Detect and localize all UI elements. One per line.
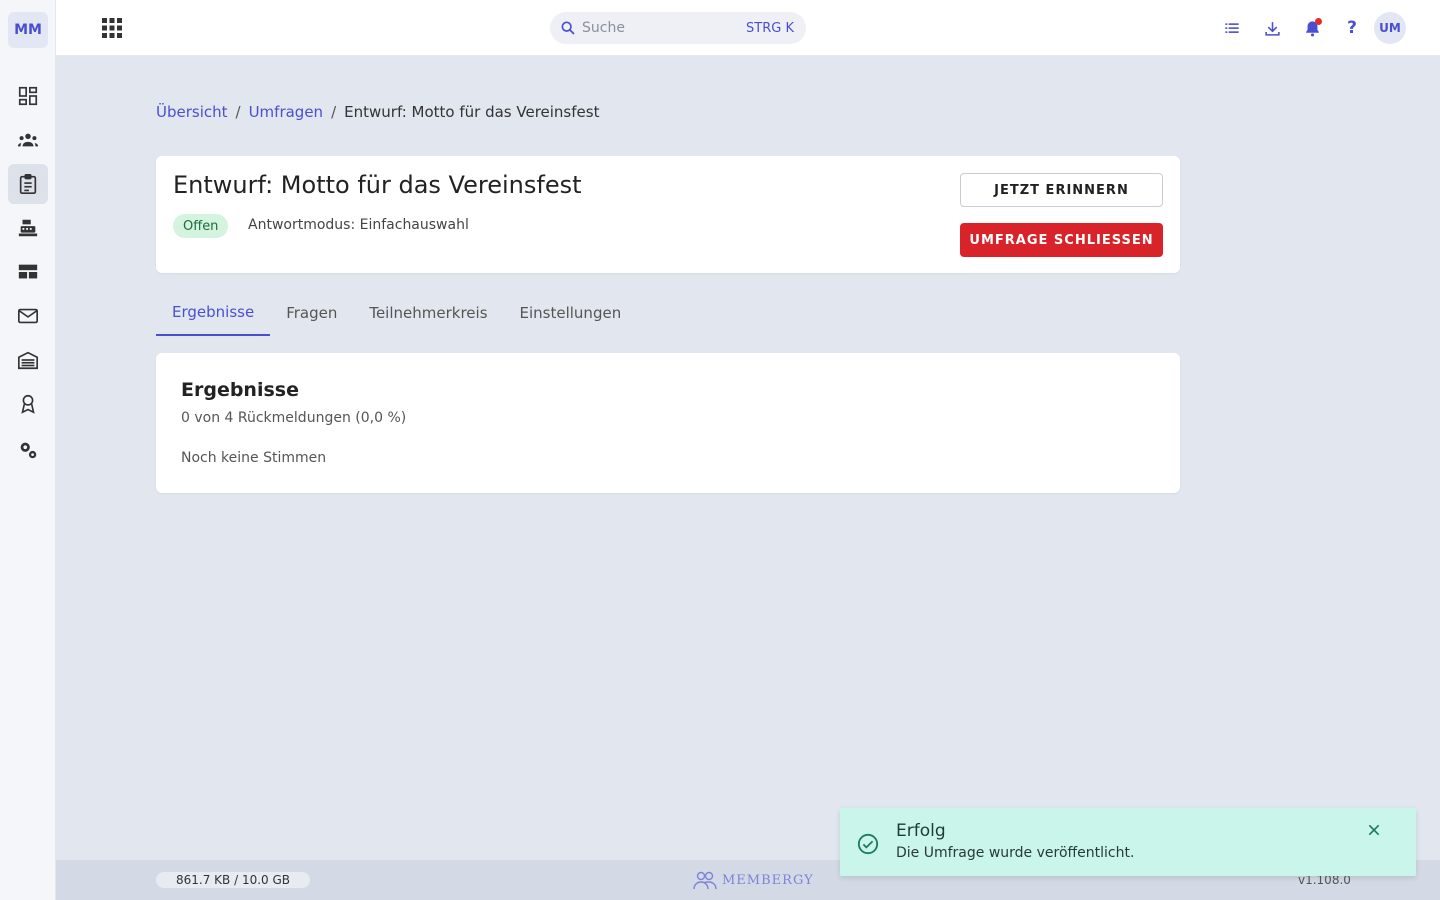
toast-title: Erfolg	[896, 821, 946, 841]
sidebar-item-surveys[interactable]	[8, 164, 48, 204]
membergy-logo-icon	[693, 871, 717, 890]
clipboard-icon	[19, 174, 37, 194]
breadcrumb-surveys[interactable]: Umfragen	[249, 103, 324, 121]
page-title: Entwurf: Motto für das Vereinsfest	[173, 171, 582, 199]
sidebar-item-layout[interactable]	[8, 252, 48, 292]
help-icon: ?	[1347, 18, 1357, 38]
search-shortcut: STRG K	[746, 20, 794, 36]
list-icon	[1225, 23, 1239, 33]
success-toast: Erfolg Die Umfrage wurde veröffentlicht.	[840, 808, 1416, 876]
toast-message: Die Umfrage wurde veröffentlicht.	[896, 845, 1135, 861]
user-avatar[interactable]: UM	[1374, 12, 1406, 44]
brand-logo: MEMBERGY	[692, 870, 814, 890]
table-rows-icon	[18, 264, 38, 279]
group-icon	[17, 133, 39, 147]
close-survey-button[interactable]: UMFRAGE SCHLIESSEN	[960, 223, 1163, 257]
topbar: STRG K ? UM	[56, 0, 1440, 56]
sidebar-item-mail[interactable]	[8, 296, 48, 336]
tab-questions[interactable]: Fragen	[270, 290, 353, 336]
breadcrumb: Übersicht / Umfragen / Entwurf: Motto fü…	[156, 103, 599, 121]
status-badge: Offen	[173, 214, 229, 238]
breadcrumb-separator: /	[331, 103, 337, 121]
notifications-button[interactable]	[1300, 16, 1324, 40]
survey-tabs: Ergebnisse Fragen Teilnehmerkreis Einste…	[156, 290, 637, 336]
remind-now-button[interactable]: JETZT ERINNERN	[960, 173, 1163, 207]
sidebar: MM	[0, 0, 56, 900]
notification-dot	[1315, 18, 1322, 25]
search-input[interactable]	[582, 20, 732, 36]
dashboard-icon	[18, 86, 38, 106]
warehouse-icon	[18, 351, 38, 370]
list-button[interactable]	[1220, 16, 1244, 40]
tab-settings[interactable]: Einstellungen	[504, 290, 638, 336]
breadcrumb-current: Entwurf: Motto für das Vereinsfest	[344, 103, 600, 121]
breadcrumb-separator: /	[235, 103, 241, 121]
sidebar-item-members[interactable]	[8, 120, 48, 160]
response-count: 0 von 4 Rückmeldungen (0,0 %)	[181, 410, 407, 426]
sidebar-item-awards[interactable]	[8, 384, 48, 424]
search-bar[interactable]: STRG K	[550, 12, 806, 44]
download-button[interactable]	[1260, 16, 1284, 40]
storage-usage: 861.7 KB / 10.0 GB	[156, 872, 311, 888]
sidebar-item-cashbox[interactable]	[8, 208, 48, 248]
sidebar-item-settings[interactable]	[8, 430, 48, 470]
award-icon	[21, 394, 35, 414]
sidebar-item-dashboard[interactable]	[8, 76, 48, 116]
mail-icon	[18, 308, 38, 324]
close-icon[interactable]	[1366, 822, 1382, 838]
check-circle-icon	[857, 833, 879, 855]
cash-register-icon	[18, 219, 38, 237]
tab-results[interactable]: Ergebnisse	[156, 290, 271, 336]
sidebar-item-facilities[interactable]	[8, 340, 48, 380]
help-button[interactable]: ?	[1340, 16, 1364, 40]
results-title: Ergebnisse	[181, 379, 299, 401]
survey-header-card: Entwurf: Motto für das Vereinsfest Offen…	[156, 156, 1180, 273]
empty-state-text: Noch keine Stimmen	[181, 450, 327, 466]
app-logo[interactable]: MM	[8, 12, 48, 48]
download-icon	[1264, 21, 1280, 36]
brand-name: MEMBERGY	[722, 872, 814, 888]
tab-participants[interactable]: Teilnehmerkreis	[353, 290, 503, 336]
answer-mode: Antwortmodus: Einfachauswahl	[248, 217, 469, 233]
settings-icon	[20, 442, 37, 459]
search-icon	[561, 21, 575, 35]
breadcrumb-overview[interactable]: Übersicht	[156, 103, 228, 121]
results-card: Ergebnisse 0 von 4 Rückmeldungen (0,0 %)…	[156, 353, 1180, 493]
apps-grid-icon[interactable]	[100, 16, 124, 40]
